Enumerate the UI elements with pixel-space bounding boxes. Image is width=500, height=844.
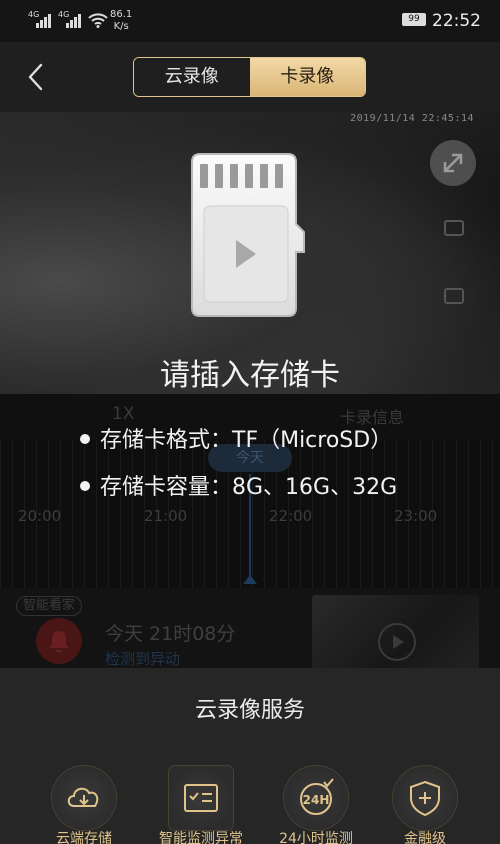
timeline-tick: 21:00 (144, 507, 188, 525)
service-label: 24小时监测 (279, 831, 353, 844)
event-time: 今天 21时08分 (105, 623, 236, 645)
shield-plus-icon (410, 780, 440, 817)
signal-bars-icon (36, 12, 56, 28)
play-icon[interactable] (378, 623, 416, 661)
alarm-bell-icon (36, 618, 82, 664)
insert-card-title: 请插入存储卡 (160, 358, 340, 393)
record-source-switch: 云录像 卡录像 (133, 57, 366, 97)
expand-icon (443, 153, 463, 173)
service-financial-grade[interactable]: 金融级 (365, 766, 485, 844)
bullet-icon (80, 481, 90, 491)
bullet-icon (80, 434, 90, 444)
record-icon[interactable] (444, 220, 464, 236)
sheet-title: 云录像服务 (194, 698, 305, 723)
timeline-tick: 23:00 (394, 507, 438, 525)
checklist-icon (184, 784, 218, 812)
timeline-cursor-marker (243, 575, 257, 584)
fullscreen-button[interactable] (430, 140, 476, 186)
svg-text:24H: 24H (303, 793, 330, 807)
event-description[interactable]: 检测到异动 (105, 648, 180, 669)
top-nav: 云录像 卡录像 (0, 42, 500, 112)
card-capacity-info: 存储卡容量：8G、16G、32G (80, 469, 397, 501)
video-timestamp: 2019/11/14 22:45:14 (350, 113, 474, 124)
service-cloud-storage[interactable]: 云端存储 (24, 766, 144, 844)
signal-bars-icon (66, 12, 86, 28)
timeline-tick: 20:00 (18, 507, 62, 525)
clock: 22:52 (432, 11, 481, 31)
24h-icon: 24H (300, 778, 334, 815)
battery-icon: 99 (402, 13, 426, 26)
service-label: 智能监测异常 (159, 831, 243, 844)
service-24h-monitoring[interactable]: 24H 24小时监测 (256, 766, 376, 844)
tab-cloud-recording[interactable]: 云录像 (134, 58, 250, 96)
smart-home-tag: 智能看家 (16, 596, 83, 616)
cloud-service-sheet: 云录像服务 云端存储 智能监测异常 24H 24小时监测 金融级 (0, 668, 500, 844)
service-label: 云端存储 (56, 831, 112, 844)
cloud-download-icon (67, 787, 99, 807)
playback-speed[interactable]: 1X (112, 404, 134, 424)
status-bar: 4G 4G 86.1 K/s 99 22:52 (0, 0, 500, 42)
timeline-tick: 22:00 (269, 507, 313, 525)
service-smart-detection[interactable]: 智能监测异常 (141, 766, 261, 844)
tab-card-recording[interactable]: 卡录像 (249, 58, 365, 96)
card-format-info: 存储卡格式：TF（MicroSD） (80, 422, 392, 454)
camera-icon[interactable] (444, 288, 464, 304)
sd-card-icon (191, 153, 305, 317)
service-label: 金融级 (404, 831, 446, 844)
network-speed: 86.1 K/s (110, 9, 133, 32)
back-arrow-icon[interactable] (24, 62, 48, 92)
wifi-icon (88, 13, 108, 28)
